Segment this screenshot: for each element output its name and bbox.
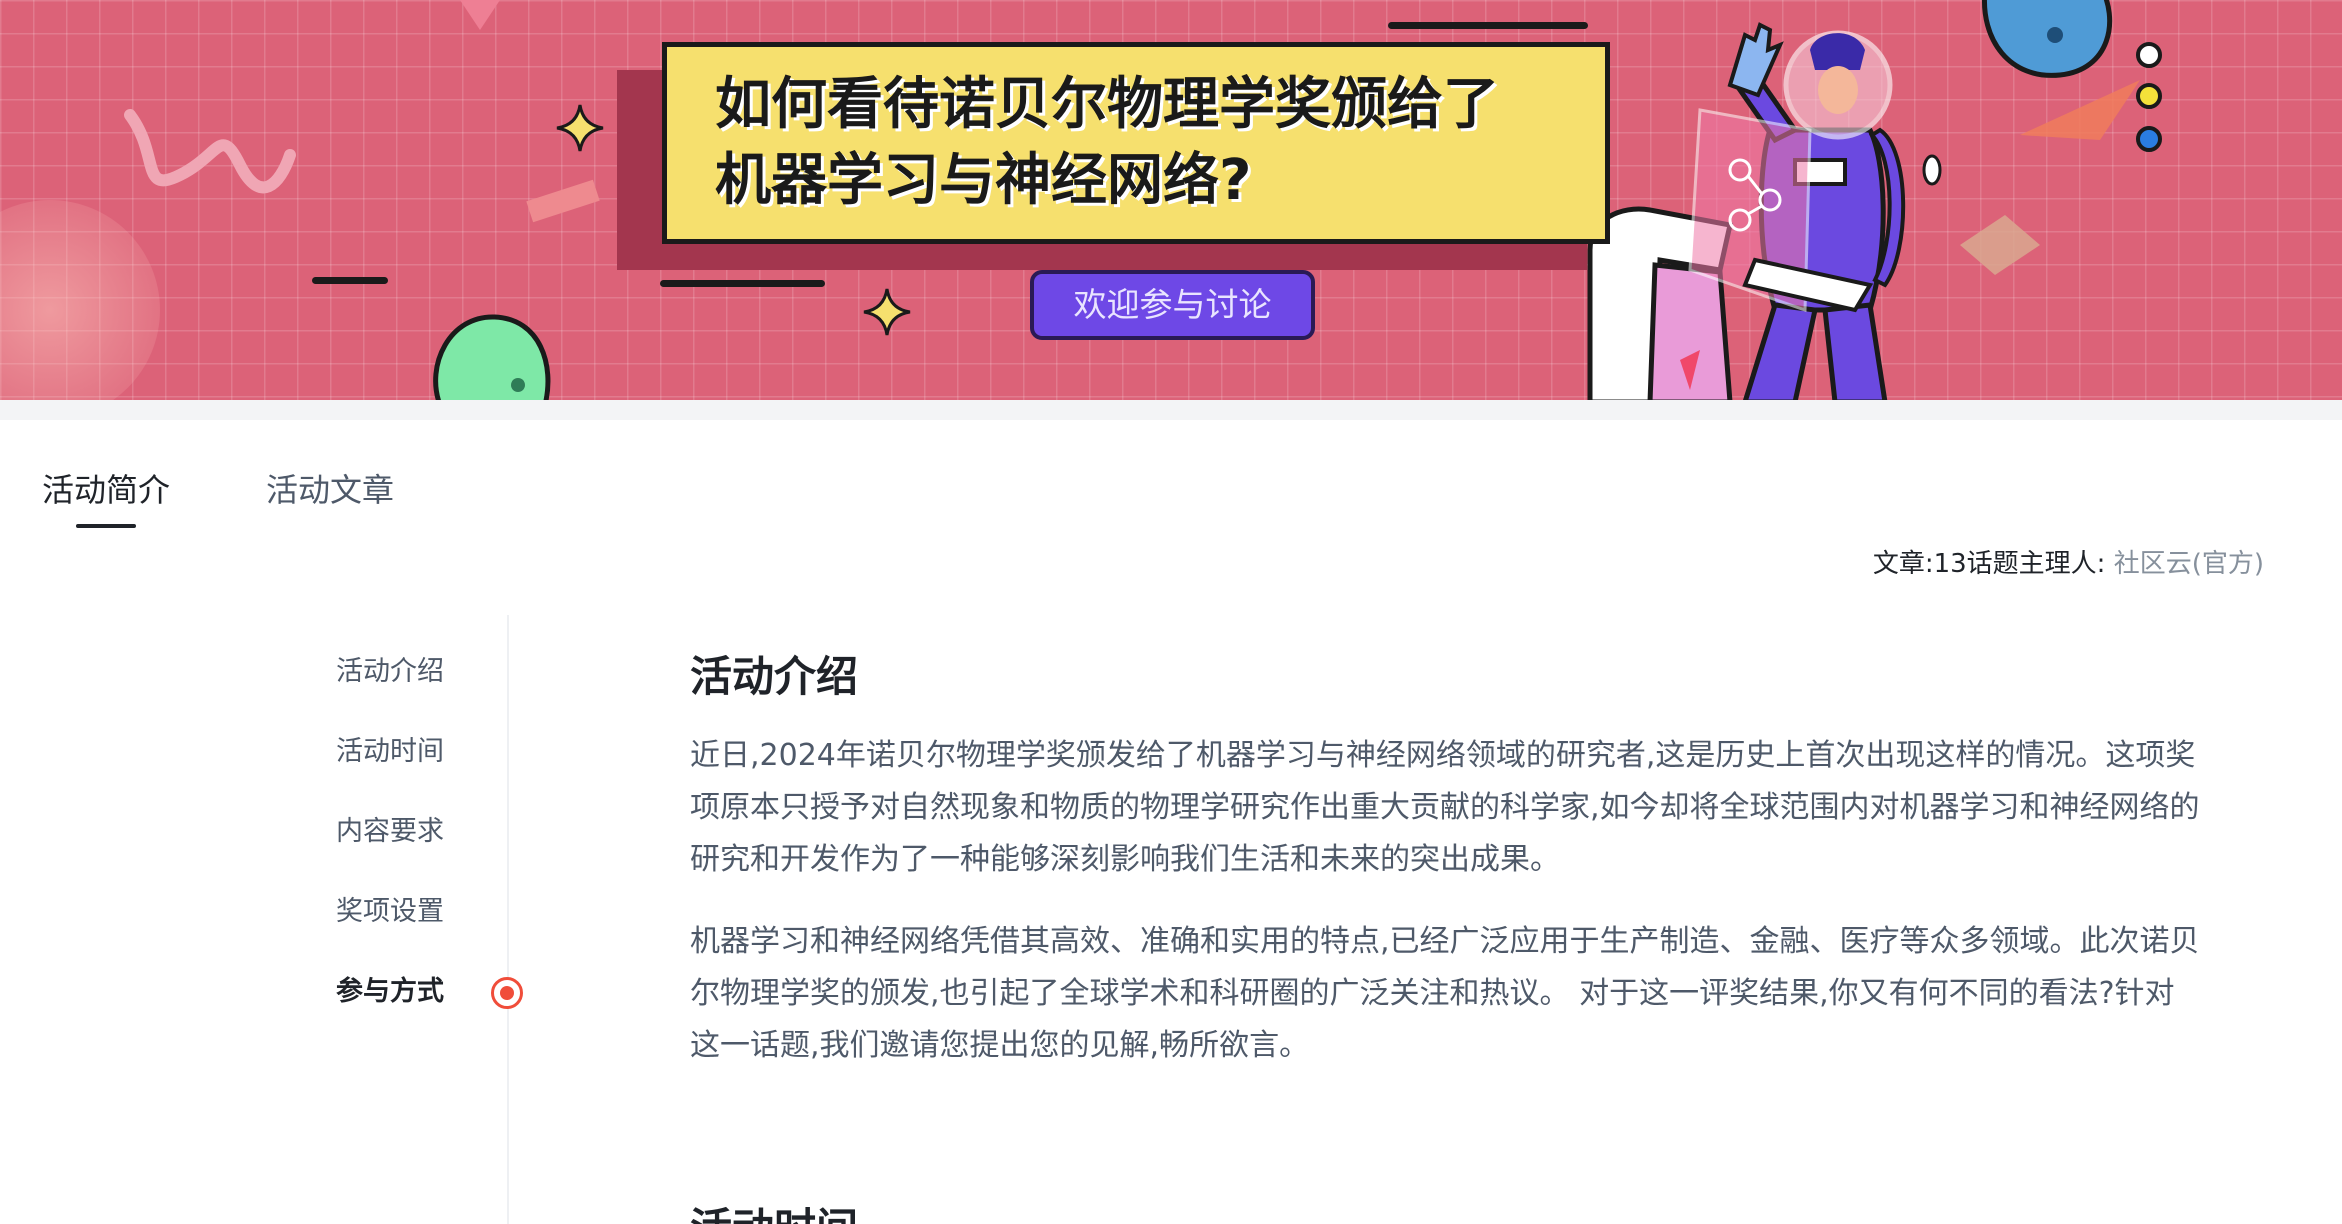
section-title-time: 活动时间 xyxy=(690,1200,858,1224)
blue-blob-decoration xyxy=(1981,0,2113,78)
astronaut-illustration xyxy=(1587,22,1942,400)
side-nav-item-intro[interactable]: 活动介绍 xyxy=(336,654,444,690)
sparkle-icon xyxy=(556,104,604,152)
side-nav-item-participation[interactable]: 参与方式 xyxy=(336,974,444,1010)
banner-glow xyxy=(0,200,160,400)
main-content: 活动介绍 近日,2024年诺贝尔物理学奖颁发给了机器学习与神经网络领域的研究者,… xyxy=(690,648,2200,1102)
active-nav-marker-icon xyxy=(491,977,523,1009)
banner-bottom-strip xyxy=(0,400,2342,420)
tab-activity-articles[interactable]: 活动文章 xyxy=(266,468,394,512)
join-discussion-button[interactable]: 欢迎参与讨论 xyxy=(1030,270,1315,340)
host-name[interactable]: 社区云(官方) xyxy=(2114,549,2264,579)
side-nav-item-time[interactable]: 活动时间 xyxy=(336,734,444,770)
active-tab-underline xyxy=(76,524,136,528)
white-dot-decoration xyxy=(2136,42,2162,68)
dash-decoration xyxy=(660,280,825,287)
tab-activity-intro[interactable]: 活动简介 xyxy=(42,468,170,512)
banner-title-line-2: 机器学习与神经网络? xyxy=(715,148,1252,213)
activity-banner: 如何看待诺贝尔物理学奖颁给了 机器学习与神经网络? 欢迎参与讨论 xyxy=(0,0,2342,400)
yellow-dot-decoration xyxy=(2136,83,2162,109)
host-label: 话题主理人: xyxy=(1966,549,2106,579)
sparkle-icon xyxy=(863,288,911,336)
side-nav-item-requirements[interactable]: 内容要求 xyxy=(336,814,444,850)
intro-paragraph: 机器学习和神经网络凭借其高效、准确和实用的特点,已经广泛应用于生产制造、金融、医… xyxy=(690,924,2200,1063)
intro-paragraph: 近日,2024年诺贝尔物理学奖颁发给了机器学习与神经网络领域的研究者,这是历史上… xyxy=(690,738,2200,877)
banner-title-card: 如何看待诺贝尔物理学奖颁给了 机器学习与神经网络? xyxy=(662,42,1610,244)
side-nav-divider xyxy=(507,615,509,1224)
dash-decoration xyxy=(312,277,388,284)
activity-meta: 文章:13话题主理人: 社区云(官方) xyxy=(1873,546,2264,582)
green-blob-decoration xyxy=(433,314,551,400)
bar-decoration xyxy=(526,179,600,223)
dash-decoration xyxy=(1388,22,1588,29)
banner-title-line-1: 如何看待诺贝尔物理学奖颁给了 xyxy=(715,72,1499,137)
triangle-decoration xyxy=(460,0,500,30)
section-title-intro: 活动介绍 xyxy=(690,652,859,701)
side-nav-item-awards[interactable]: 奖项设置 xyxy=(336,894,444,930)
articles-label: 文章: xyxy=(1872,549,1934,579)
articles-count: 13 xyxy=(1933,549,1967,579)
squiggle-decoration xyxy=(124,109,296,194)
blue-dot-decoration xyxy=(2136,126,2162,152)
triangle-decoration xyxy=(2020,80,2140,140)
